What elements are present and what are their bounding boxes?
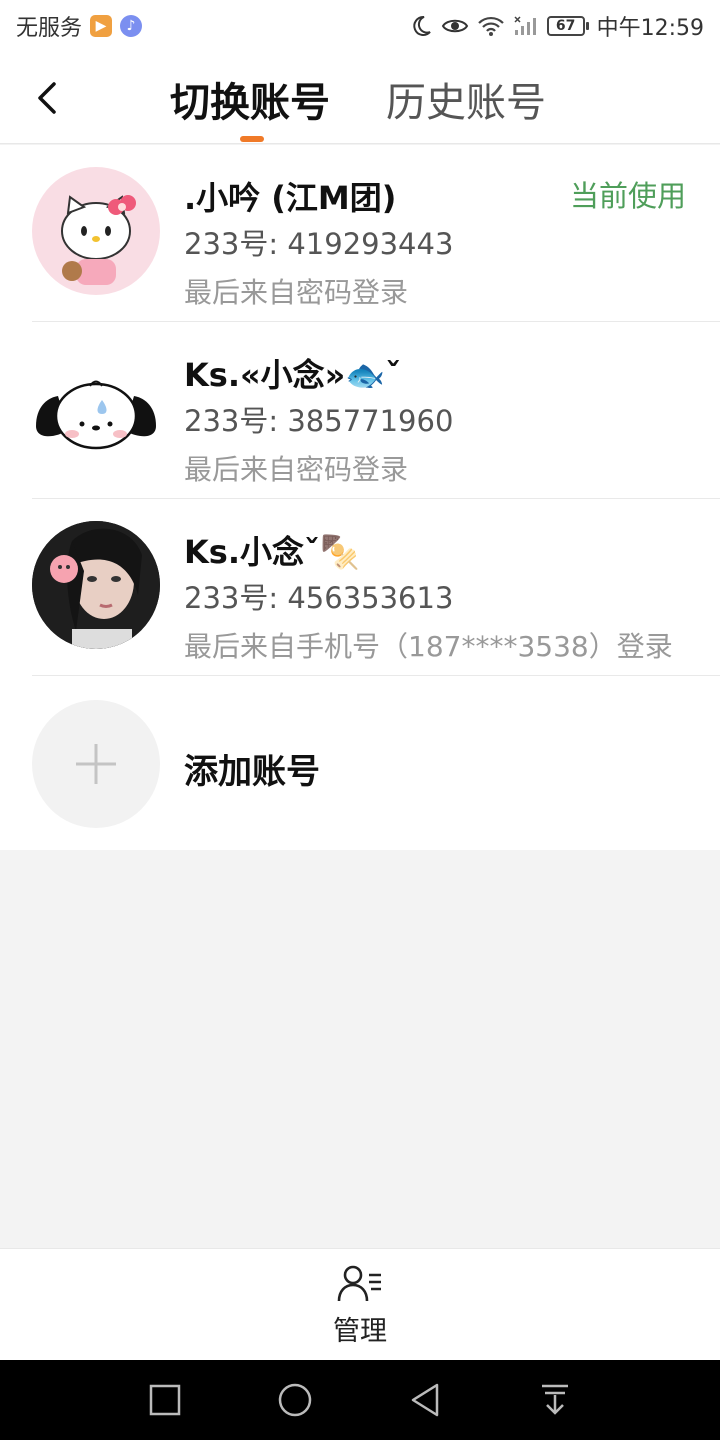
- add-account-button[interactable]: 添加账号: [0, 676, 720, 850]
- tab-switch-account[interactable]: 切换账号: [170, 70, 330, 128]
- home-button[interactable]: [265, 1370, 325, 1430]
- girl-photo-avatar: [32, 521, 160, 649]
- account-id: 233号: 456353613: [184, 581, 454, 615]
- manage-button[interactable]: 管理: [310, 1263, 410, 1351]
- hello-kitty-avatar: [32, 167, 160, 295]
- plus-icon: [76, 744, 116, 784]
- account-id: 233号: 419293443: [184, 227, 454, 261]
- user-list-icon: [337, 1265, 381, 1302]
- wifi-icon: [477, 15, 505, 37]
- pull-down-icon: [542, 1384, 568, 1415]
- signal-icon: [513, 15, 539, 37]
- square-icon: [149, 1384, 181, 1416]
- status-right: 67 中午12:59: [409, 10, 704, 42]
- moon-icon: [409, 14, 433, 38]
- music-app-icon: ♪: [120, 15, 143, 37]
- back-nav-button[interactable]: [395, 1370, 455, 1430]
- add-account-label: 添加账号: [184, 752, 320, 792]
- notification-pull-button[interactable]: [525, 1370, 585, 1430]
- last-login-info: 最后来自手机号（187****3538）登录: [184, 630, 673, 663]
- account-list: .小吟 (江M团) 233号: 419293443 最后来自密码登录 当前使用 …: [0, 145, 720, 850]
- system-nav-bar: [0, 1360, 720, 1440]
- account-name: .小吟 (江M团): [184, 179, 397, 217]
- add-circle: [32, 700, 160, 828]
- pochacco-avatar: [32, 344, 160, 472]
- clock: 中午12:59: [596, 16, 704, 41]
- bottom-bar: 管理: [0, 1248, 720, 1360]
- last-login-info: 最后来自密码登录: [184, 276, 409, 309]
- eye-icon: [441, 15, 469, 37]
- battery-icon: 67: [546, 16, 589, 36]
- account-name: Ks.小念ˇ🍢: [184, 533, 360, 571]
- video-app-icon: ▶: [90, 15, 113, 37]
- account-id: 233号: 385771960: [184, 404, 454, 438]
- account-row[interactable]: Ks.小念ˇ🍢 233号: 456353613 最后来自手机号（187****3…: [0, 499, 720, 676]
- last-login-info: 最后来自密码登录: [184, 453, 409, 486]
- back-button[interactable]: [22, 74, 70, 122]
- status-bar: 无服务 ▶ ♪ 67 中午12:59: [0, 0, 720, 52]
- tab-history-account[interactable]: 历史账号: [386, 70, 546, 128]
- account-row[interactable]: Ks.«小念»🐟ˇ 233号: 385771960 最后来自密码登录: [0, 322, 720, 499]
- manage-label: 管理: [333, 1316, 387, 1347]
- account-name: Ks.«小念»🐟ˇ: [184, 356, 402, 394]
- circle-icon: [278, 1383, 312, 1417]
- triangle-back-icon: [411, 1383, 439, 1417]
- status-left: 无服务 ▶ ♪: [16, 10, 143, 42]
- carrier-text: 无服务: [16, 16, 83, 41]
- current-use-badge: 当前使用: [569, 179, 686, 213]
- recent-apps-button[interactable]: [135, 1370, 195, 1430]
- account-row[interactable]: .小吟 (江M团) 233号: 419293443 最后来自密码登录 当前使用: [0, 145, 720, 322]
- back-arrow-icon: [38, 82, 56, 114]
- tab-indicator: [240, 136, 264, 142]
- header: 切换账号 历史账号: [0, 52, 720, 144]
